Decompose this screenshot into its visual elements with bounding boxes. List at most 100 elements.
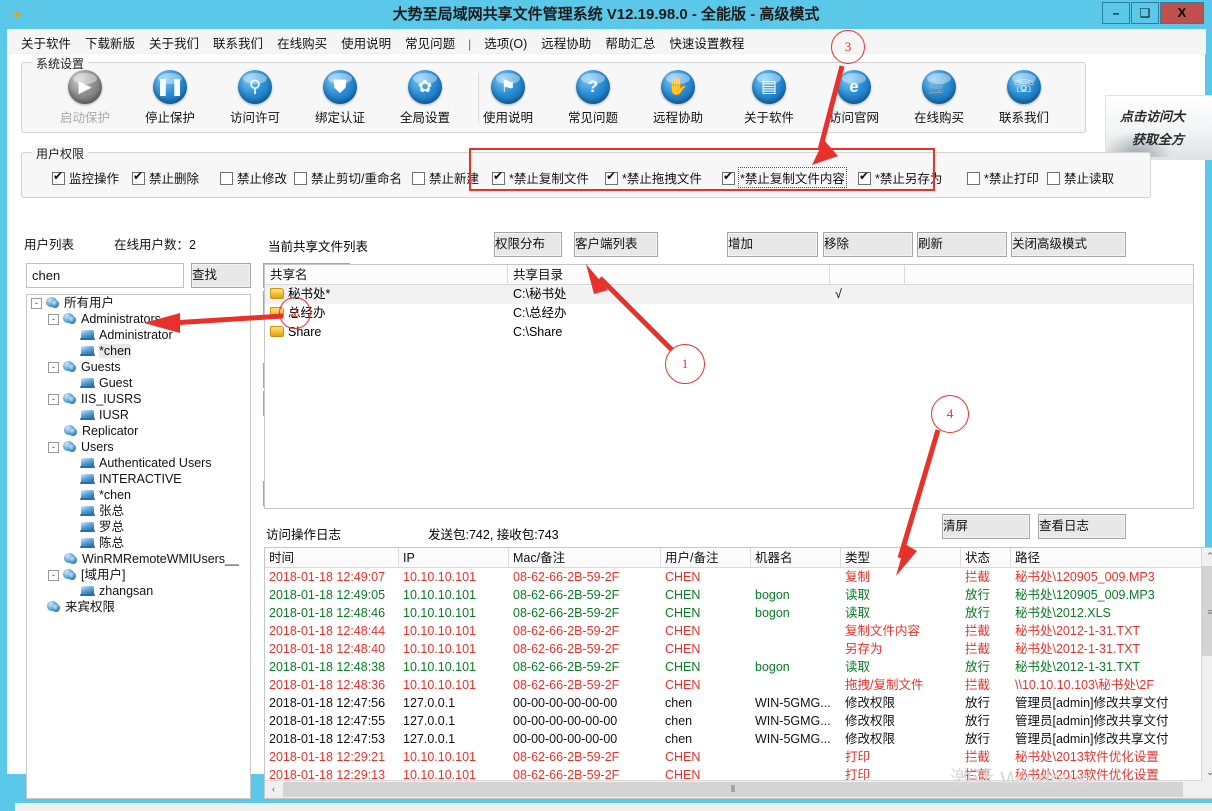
toolbar-button-gear[interactable]: ✿ 全局设置 bbox=[382, 70, 468, 126]
log-row[interactable]: 2018-01-18 12:48:44 10.10.10.101 08-62-66-… bbox=[265, 622, 1212, 640]
log-column-header-2[interactable]: Mac/备注 bbox=[509, 548, 661, 568]
tree-node-12[interactable]: *chen bbox=[27, 487, 250, 503]
permission-checkbox-8[interactable]: *禁止另存为 bbox=[858, 168, 942, 187]
tree-node-2[interactable]: Administrator bbox=[27, 327, 250, 343]
log-row[interactable]: 2018-01-18 12:47:56 127.0.0.1 00-00-00-00-… bbox=[265, 694, 1212, 712]
log-grid-body[interactable]: 2018-01-18 12:49:07 10.10.10.101 08-62-66-… bbox=[265, 568, 1212, 784]
tree-node-8[interactable]: Replicator bbox=[27, 423, 250, 439]
tree-expand-toggle[interactable]: - bbox=[48, 314, 59, 325]
tree-node-19[interactable]: 来宾权限 bbox=[27, 599, 250, 615]
tree-expand-toggle[interactable]: - bbox=[48, 362, 59, 373]
scroll-up-icon[interactable]: ⌃ bbox=[1202, 548, 1212, 565]
tree-node-0[interactable]: - 所有用户 bbox=[27, 295, 250, 311]
toolbar-button-internet-explorer[interactable]: e 访问官网 bbox=[811, 70, 897, 126]
tree-expand-toggle[interactable]: - bbox=[48, 570, 59, 581]
log-vscroll-thumb[interactable]: ≡ bbox=[1202, 566, 1212, 656]
menu-item-1[interactable]: 下载新版 bbox=[78, 29, 142, 56]
tree-node-6[interactable]: - IIS_IUSRS bbox=[27, 391, 250, 407]
log-row[interactable]: 2018-01-18 12:47:53 127.0.0.1 00-00-00-00-… bbox=[265, 730, 1212, 748]
log-row[interactable]: 2018-01-18 12:47:55 127.0.0.1 00-00-00-00-… bbox=[265, 712, 1212, 730]
tree-node-17[interactable]: - [域用户] bbox=[27, 567, 250, 583]
permission-checkbox-1[interactable]: 禁止删除 bbox=[132, 168, 199, 187]
menu-item-10[interactable]: 帮助汇总 bbox=[598, 29, 662, 56]
toolbar-button-document[interactable]: ▤ 关于软件 bbox=[726, 70, 812, 126]
user-search-input[interactable] bbox=[26, 263, 184, 288]
share-column-header-2[interactable] bbox=[830, 265, 905, 285]
tree-node-14[interactable]: 罗总 bbox=[27, 519, 250, 535]
log-row[interactable]: 2018-01-18 12:48:38 10.10.10.101 08-62-66-… bbox=[265, 658, 1212, 676]
refresh-share-button[interactable]: 刷新 bbox=[917, 232, 1007, 257]
toolbar-button-globe-hand[interactable]: ✋ 远程协助 bbox=[635, 70, 721, 126]
find-user-button[interactable]: 查找 bbox=[191, 263, 251, 288]
tree-node-9[interactable]: - Users bbox=[27, 439, 250, 455]
log-column-header-0[interactable]: 时间 bbox=[265, 548, 399, 568]
toolbar-button-key[interactable]: ⚲ 访问许可 bbox=[212, 70, 298, 126]
tree-node-3[interactable]: *chen bbox=[27, 343, 250, 359]
log-row[interactable]: 2018-01-18 12:48:40 10.10.10.101 08-62-66-… bbox=[265, 640, 1212, 658]
minimize-button[interactable]: – bbox=[1102, 2, 1130, 24]
toolbar-button-contact[interactable]: ☏ 联系我们 bbox=[981, 70, 1067, 126]
close-button[interactable]: X bbox=[1160, 2, 1204, 24]
menu-item-5[interactable]: 使用说明 bbox=[334, 29, 398, 56]
tree-node-11[interactable]: INTERACTIVE bbox=[27, 471, 250, 487]
toolbar-button-pause[interactable]: ❚❚ 停止保护 bbox=[127, 70, 213, 126]
permission-checkbox-9[interactable]: *禁止打印 bbox=[967, 168, 1039, 187]
permission-checkbox-3[interactable]: 禁止剪切/重命名 bbox=[294, 168, 402, 187]
menu-item-0[interactable]: 关于软件 bbox=[14, 29, 78, 56]
tree-expand-toggle[interactable]: - bbox=[31, 298, 42, 309]
toolbar-button-flag[interactable]: ⚑ 使用说明 bbox=[465, 70, 551, 126]
share-row[interactable]: 总经办 C:\总经办 bbox=[265, 304, 1193, 323]
tree-expand-toggle[interactable]: - bbox=[48, 442, 59, 453]
permission-checkbox-2[interactable]: 禁止修改 bbox=[220, 168, 287, 187]
tree-node-1[interactable]: - Administrators bbox=[27, 311, 250, 327]
share-file-grid[interactable]: 共享名 共享目录 秘书处* C:\秘书处 √ 总经办 C:\总经办 Share C:\Shar… bbox=[264, 264, 1194, 509]
client-list-button[interactable]: 客户端列表 bbox=[574, 232, 658, 257]
menu-item-3[interactable]: 联系我们 bbox=[206, 29, 270, 56]
toolbar-button-question[interactable]: ? 常见问题 bbox=[550, 70, 636, 126]
log-column-header-6[interactable]: 状态 bbox=[961, 548, 1011, 568]
scroll-left-icon[interactable]: ‹ bbox=[265, 781, 282, 798]
log-row[interactable]: 2018-01-18 12:49:05 10.10.10.101 08-62-66-… bbox=[265, 586, 1212, 604]
toolbar-button-shield[interactable]: ⛊ 绑定认证 bbox=[297, 70, 383, 126]
log-column-header-5[interactable]: 类型 bbox=[841, 548, 961, 568]
log-column-header-3[interactable]: 用户/备注 bbox=[661, 548, 751, 568]
tree-expand-toggle[interactable]: - bbox=[48, 394, 59, 405]
share-column-header-0[interactable]: 共享名 bbox=[265, 265, 508, 285]
add-share-button[interactable]: 增加 bbox=[727, 232, 818, 257]
menu-item-8[interactable]: 选项(O) bbox=[477, 29, 534, 56]
share-row[interactable]: 秘书处* C:\秘书处 √ bbox=[265, 285, 1193, 304]
toolbar-button-cart[interactable]: 🛒 在线购买 bbox=[896, 70, 982, 126]
tree-node-4[interactable]: - Guests bbox=[27, 359, 250, 375]
tree-node-7[interactable]: IUSR bbox=[27, 407, 250, 423]
menu-item-2[interactable]: 关于我们 bbox=[142, 29, 206, 56]
share-column-header-3[interactable] bbox=[905, 265, 1193, 285]
clear-screen-button[interactable]: 清屏 bbox=[942, 514, 1030, 539]
tree-node-13[interactable]: 张总 bbox=[27, 503, 250, 519]
log-column-header-1[interactable]: IP bbox=[399, 548, 509, 568]
permission-checkbox-6[interactable]: *禁止拖拽文件 bbox=[605, 168, 702, 187]
permission-checkbox-4[interactable]: 禁止新建 bbox=[412, 168, 479, 187]
promo-banner[interactable]: 点击访问大 获取全方 bbox=[1105, 95, 1212, 160]
share-grid-body[interactable]: 秘书处* C:\秘书处 √ 总经办 C:\总经办 Share C:\Share bbox=[265, 285, 1193, 342]
menu-item-6[interactable]: 常见问题 bbox=[398, 29, 462, 56]
log-row[interactable]: 2018-01-18 12:49:07 10.10.10.101 08-62-66-… bbox=[265, 568, 1212, 586]
close-advanced-mode-button[interactable]: 关闭高级模式 bbox=[1011, 232, 1126, 257]
permission-checkbox-0[interactable]: 监控操作 bbox=[52, 168, 119, 187]
tree-node-18[interactable]: zhangsan bbox=[27, 583, 250, 599]
log-column-header-4[interactable]: 机器名 bbox=[751, 548, 841, 568]
menu-item-9[interactable]: 远程协助 bbox=[534, 29, 598, 56]
menu-item-4[interactable]: 在线购买 bbox=[270, 29, 334, 56]
menu-item-11[interactable]: 快速设置教程 bbox=[662, 29, 751, 56]
permission-distribution-button[interactable]: 权限分布 bbox=[494, 232, 562, 257]
share-row[interactable]: Share C:\Share bbox=[265, 323, 1193, 342]
remove-share-button[interactable]: 移除 bbox=[823, 232, 913, 257]
tree-node-15[interactable]: 陈总 bbox=[27, 535, 250, 551]
maximize-button[interactable]: ❑ bbox=[1131, 2, 1159, 24]
share-column-header-1[interactable]: 共享目录 bbox=[508, 265, 830, 285]
tree-node-5[interactable]: Guest bbox=[27, 375, 250, 391]
tree-node-10[interactable]: Authenticated Users bbox=[27, 455, 250, 471]
permission-checkbox-7[interactable]: *禁止复制文件内容 bbox=[722, 167, 847, 188]
log-column-header-7[interactable]: 路径 bbox=[1011, 548, 1203, 568]
log-row[interactable]: 2018-01-18 12:48:36 10.10.10.101 08-62-66-… bbox=[265, 676, 1212, 694]
user-tree[interactable]: - 所有用户 - Administrators Administrator *chen - G… bbox=[26, 294, 251, 799]
